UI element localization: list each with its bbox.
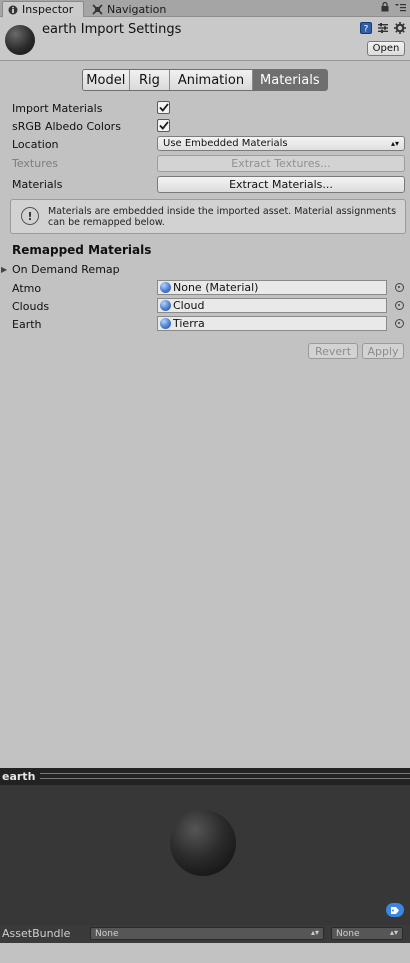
tab-materials[interactable]: Materials — [252, 70, 327, 90]
info-helpbox: ! Materials are embedded inside the impo… — [10, 199, 406, 234]
srgb-checkbox[interactable] — [157, 119, 170, 132]
dropdown-arrows-icon: ▴▾ — [310, 928, 319, 937]
srgb-row: sRGB Albedo Colors — [0, 118, 410, 134]
remap-row-earth: Earth Tierra — [0, 316, 410, 332]
page-title: earth Import Settings — [42, 22, 182, 37]
location-label: Location — [12, 137, 59, 151]
location-value: Use Embedded Materials — [163, 138, 288, 149]
navigation-icon — [92, 3, 103, 15]
object-picker-icon[interactable] — [395, 319, 404, 328]
checkmark-icon — [158, 121, 169, 130]
material-icon — [160, 300, 171, 311]
tab-inspector[interactable]: Inspector — [2, 1, 84, 17]
revert-button[interactable]: Revert — [308, 343, 358, 359]
preset-icon[interactable] — [377, 22, 389, 37]
checkmark-icon — [158, 103, 169, 112]
import-tabs: Model Rig Animation Materials — [82, 69, 328, 91]
svg-text:?: ? — [364, 25, 369, 35]
on-demand-remap-foldout[interactable]: On Demand Remap — [12, 263, 120, 276]
foldout-arrow-icon[interactable]: ▶ — [1, 265, 7, 274]
remap-label: Atmo — [12, 281, 42, 295]
material-icon — [160, 318, 171, 329]
extract-materials-button[interactable]: Extract Materials... — [157, 176, 405, 193]
help-book-icon[interactable]: ? — [360, 22, 372, 37]
remap-row-clouds: Clouds Cloud — [0, 298, 410, 314]
label-tag-icon[interactable] — [386, 903, 404, 917]
info-icon — [7, 4, 18, 15]
header-icons: ? — [360, 22, 406, 37]
remap-label: Clouds — [12, 299, 50, 313]
asset-bundle-name-value: None — [95, 928, 119, 939]
srgb-label: sRGB Albedo Colors — [12, 119, 121, 133]
tab-navigation-label: Navigation — [107, 2, 167, 16]
open-button[interactable]: Open — [367, 41, 405, 56]
location-dropdown[interactable]: Use Embedded Materials ▴▾ — [157, 136, 405, 151]
apply-button[interactable]: Apply — [362, 343, 404, 359]
window-tab-bar: Inspector Navigation — [0, 0, 410, 17]
preview-title: earth — [2, 770, 36, 783]
import-materials-row: Import Materials — [0, 100, 410, 116]
tab-navigation[interactable]: Navigation — [88, 1, 188, 17]
helpbox-text: Materials are embedded inside the import… — [48, 206, 397, 228]
asset-bundle-variant-value: None — [336, 928, 360, 939]
dropdown-arrows-icon: ▴▾ — [389, 928, 398, 937]
material-icon — [160, 282, 171, 293]
asset-bundle-variant-dropdown[interactable]: None ▴▾ — [331, 927, 403, 940]
material-field-atmo[interactable]: None (Material) — [157, 280, 387, 295]
material-value: None (Material) — [173, 281, 259, 294]
remap-row-atmo: Atmo None (Material) — [0, 280, 410, 296]
asset-bundle-bar: AssetBundle None ▴▾ None ▴▾ — [0, 925, 410, 943]
materials-row: Materials Extract Materials... — [0, 176, 410, 193]
menu-icon[interactable] — [395, 2, 406, 15]
object-picker-icon[interactable] — [395, 301, 404, 310]
object-picker-icon[interactable] — [395, 283, 404, 292]
gear-icon[interactable] — [394, 22, 406, 37]
preview-sphere — [170, 810, 236, 876]
extract-textures-button[interactable]: Extract Textures... — [157, 155, 405, 172]
asset-bundle-name-dropdown[interactable]: None ▴▾ — [90, 927, 324, 940]
bottom-strip — [0, 943, 410, 963]
asset-thumbnail — [5, 25, 35, 55]
location-row: Location Use Embedded Materials ▴▾ — [0, 136, 410, 152]
material-value: Tierra — [173, 317, 205, 330]
remapped-materials-title: Remapped Materials — [12, 243, 152, 257]
asset-bundle-label: AssetBundle — [2, 927, 71, 940]
tab-rig[interactable]: Rig — [129, 70, 171, 90]
material-field-clouds[interactable]: Cloud — [157, 298, 387, 313]
inspector-header: earth Import Settings ? Open — [0, 17, 410, 61]
tab-inspector-label: Inspector — [22, 3, 74, 16]
warning-icon: ! — [21, 207, 39, 225]
preview-header[interactable]: earth — [0, 768, 410, 785]
remap-label: Earth — [12, 317, 42, 331]
import-materials-checkbox[interactable] — [157, 101, 170, 114]
tab-bar-controls — [381, 1, 406, 15]
textures-label: Textures — [12, 156, 58, 170]
materials-label: Materials — [12, 177, 63, 191]
tab-model[interactable]: Model — [83, 70, 130, 90]
material-field-earth[interactable]: Tierra — [157, 316, 387, 331]
tab-animation[interactable]: Animation — [170, 70, 253, 90]
textures-row: Textures Extract Textures... — [0, 155, 410, 172]
import-materials-label: Import Materials — [12, 101, 103, 115]
dropdown-arrows-icon: ▴▾ — [390, 139, 399, 148]
preview-area[interactable] — [0, 785, 410, 925]
material-value: Cloud — [173, 299, 205, 312]
resize-grip[interactable] — [40, 773, 410, 779]
lock-icon[interactable] — [381, 1, 389, 15]
